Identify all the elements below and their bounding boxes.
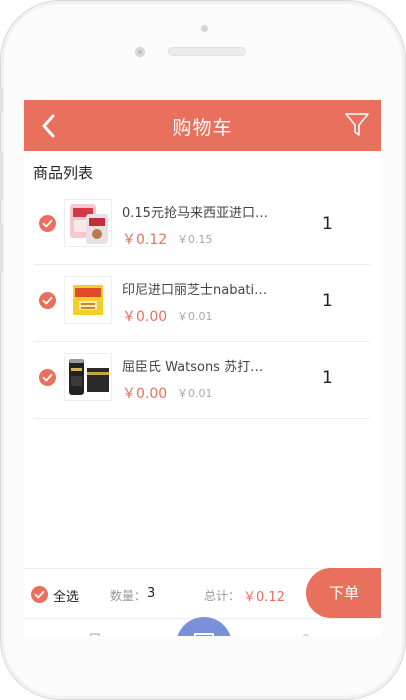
filter-button[interactable] [345, 112, 369, 138]
item-quantity: 1 [322, 214, 333, 234]
filter-icon [345, 113, 369, 136]
tab-bar [24, 617, 381, 636]
product-thumbnail[interactable] [64, 276, 112, 324]
total-value: ￥0.12 [243, 590, 285, 605]
volume-down-button [0, 223, 3, 273]
wafer-box-thumb [73, 285, 103, 315]
item-original-price: ￥0.01 [177, 310, 213, 323]
cart-item[interactable]: 印尼进口丽芝士nabati纳宝帝 ￥0.00 ￥0.01 1 [34, 265, 370, 342]
nav-header: 购物车 [24, 100, 381, 151]
page-title: 购物车 [172, 117, 233, 139]
mute-switch [0, 87, 3, 113]
item-original-price: ￥0.01 [177, 387, 213, 400]
checkmark-icon [34, 590, 45, 599]
select-all-checkbox[interactable] [31, 586, 48, 603]
earpiece-speaker [168, 47, 246, 56]
volume-up-button [0, 151, 3, 201]
total-label: 总计： [204, 589, 241, 603]
item-name[interactable]: 印尼进口丽芝士nabati纳宝帝 [122, 279, 274, 298]
sensor-dot [201, 25, 208, 32]
section-title: 商品列表 [33, 164, 94, 182]
item-checkbox[interactable] [39, 215, 56, 232]
cart-item[interactable]: 屈臣氏 Watsons 苏打水 饮料 ￥0.00 ￥0.01 1 [34, 342, 370, 419]
soda-can-thumb [69, 359, 109, 395]
item-name[interactable]: 0.15元抢马来西亚进口食品 [122, 202, 274, 221]
checkmark-icon [42, 373, 53, 382]
quantity-label: 数量： [110, 589, 147, 603]
item-price: ￥0.00 [122, 309, 168, 325]
cart-list: 0.15元抢马来西亚进口食品 ￥0.12 ￥0.15 1 印尼进口丽芝士naba… [24, 188, 381, 419]
checkout-bar: 全选 数量： 3 总计： ￥0.12 下单 [24, 568, 381, 621]
item-price: ￥0.12 [122, 232, 168, 248]
item-checkbox[interactable] [39, 369, 56, 386]
product-thumbnail[interactable] [64, 199, 112, 247]
item-price: ￥0.00 [122, 386, 168, 402]
quantity-value: 3 [147, 586, 156, 601]
item-quantity: 1 [322, 291, 333, 311]
app-screen: 购物车 商品列表 0.15元抢马来西亚进口食品 ￥0.12 ￥0.15 1 印尼… [24, 100, 381, 636]
front-camera [135, 47, 145, 57]
snack-bag-thumb [70, 204, 108, 244]
place-order-button[interactable]: 下单 [306, 568, 381, 618]
item-checkbox[interactable] [39, 292, 56, 309]
checkmark-icon [42, 296, 53, 305]
select-all-label[interactable]: 全选 [53, 586, 79, 605]
product-thumbnail[interactable] [64, 353, 112, 401]
checkmark-icon [42, 219, 53, 228]
item-name[interactable]: 屈臣氏 Watsons 苏打水 饮料 [122, 356, 274, 375]
item-quantity: 1 [322, 368, 333, 388]
cart-item[interactable]: 0.15元抢马来西亚进口食品 ￥0.12 ￥0.15 1 [34, 188, 370, 265]
item-original-price: ￥0.15 [177, 233, 213, 246]
scan-tab-button[interactable] [176, 617, 232, 636]
